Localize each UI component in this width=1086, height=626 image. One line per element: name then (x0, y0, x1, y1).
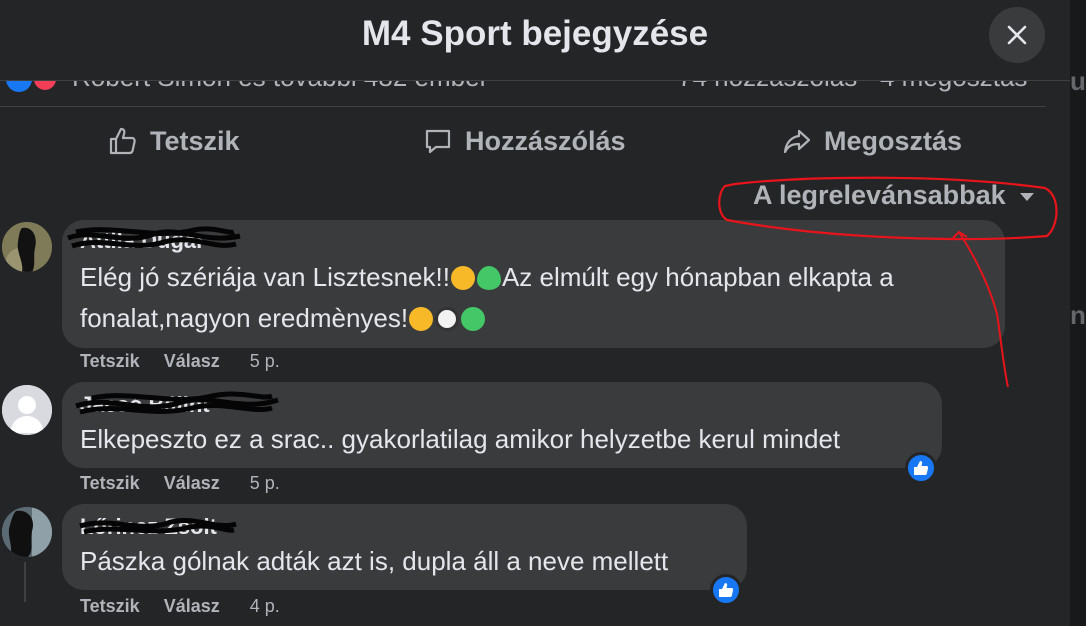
modal-title: M4 Sport bejegyzése (361, 14, 709, 53)
post-modal: Robert Simon és további 482 ember 74 hoz… (0, 0, 1070, 626)
comment-reply-link[interactable]: Válasz (164, 351, 220, 372)
comment-label: Hozzászólás (465, 125, 626, 156)
like-reaction-icon (914, 461, 929, 475)
comment-button[interactable]: Hozzászólás (423, 118, 626, 164)
modal-header: M4 Sport bejegyzése (0, 0, 1070, 81)
comment-reaction-badge[interactable] (710, 574, 742, 606)
comment-author[interactable]: Lőrincz Zsolt (80, 514, 217, 540)
thumbs-up-icon (109, 127, 136, 155)
comment-time[interactable]: 5 p. (250, 351, 280, 372)
comment-like-link[interactable]: Tetszik (80, 473, 140, 494)
share-icon (783, 129, 811, 154)
comment-sort-dropdown[interactable]: A legrelevánsabbak (720, 177, 1034, 213)
background-page-strip: u n (1070, 0, 1086, 626)
like-button[interactable]: Tetszik (108, 118, 240, 164)
comment-author[interactable]: Jácsó Bálint (80, 392, 210, 418)
smile-emoji (409, 307, 434, 331)
avatar[interactable] (2, 385, 52, 435)
thread-line (24, 562, 26, 602)
green-heart-emoji (476, 266, 501, 290)
comment-actions: Tetszik Válasz 5 p. (80, 473, 280, 494)
like-reaction-icon (719, 583, 734, 597)
comment-bubble: Lőrincz Zsolt Pászka gólnak adták azt is… (62, 504, 747, 590)
divider (0, 106, 1046, 107)
comment-reply-link[interactable]: Válasz (164, 596, 220, 617)
caret-down-icon (1019, 192, 1034, 201)
comment-actions: Tetszik Válasz 5 p. (80, 351, 280, 372)
green-heart-emoji (461, 307, 486, 331)
comment-text: Pászka gólnak adták azt is, dupla áll a … (80, 546, 669, 576)
comment-time[interactable]: 4 p. (250, 596, 280, 617)
comment-text: Elég jó szériája van Lisztesnek!! Az elmú… (80, 262, 894, 333)
comment-actions: Tetszik Válasz 4 p. (80, 596, 280, 617)
avatar[interactable] (2, 222, 52, 272)
smile-emoji (450, 266, 475, 290)
close-button[interactable] (989, 7, 1045, 63)
comment-reaction-badge[interactable] (905, 452, 937, 484)
comment-icon (425, 129, 451, 154)
share-button[interactable]: Megosztás (782, 118, 962, 164)
comment-like-link[interactable]: Tetszik (80, 351, 140, 372)
avatar[interactable] (2, 507, 52, 557)
close-icon (1007, 25, 1027, 45)
comment-reply-link[interactable]: Válasz (164, 473, 220, 494)
like-label: Tetszik (150, 125, 240, 156)
comment-bubble: Attila Dugár Elég jó szériája van Liszte… (62, 220, 1005, 348)
sort-label: A legrelevánsabbak (753, 179, 1006, 210)
comment-text: Elkepeszto ez a srac.. gyakorlatilag ami… (80, 424, 841, 454)
comment-author[interactable]: Attila Dugár (80, 228, 205, 254)
share-label: Megosztás (824, 125, 963, 156)
comment-like-link[interactable]: Tetszik (80, 596, 140, 617)
comment-bubble: Jácsó Bálint Elkepeszto ez a srac.. gyak… (62, 382, 942, 468)
soccer-ball-emoji (435, 307, 460, 331)
comment-time[interactable]: 5 p. (250, 473, 280, 494)
